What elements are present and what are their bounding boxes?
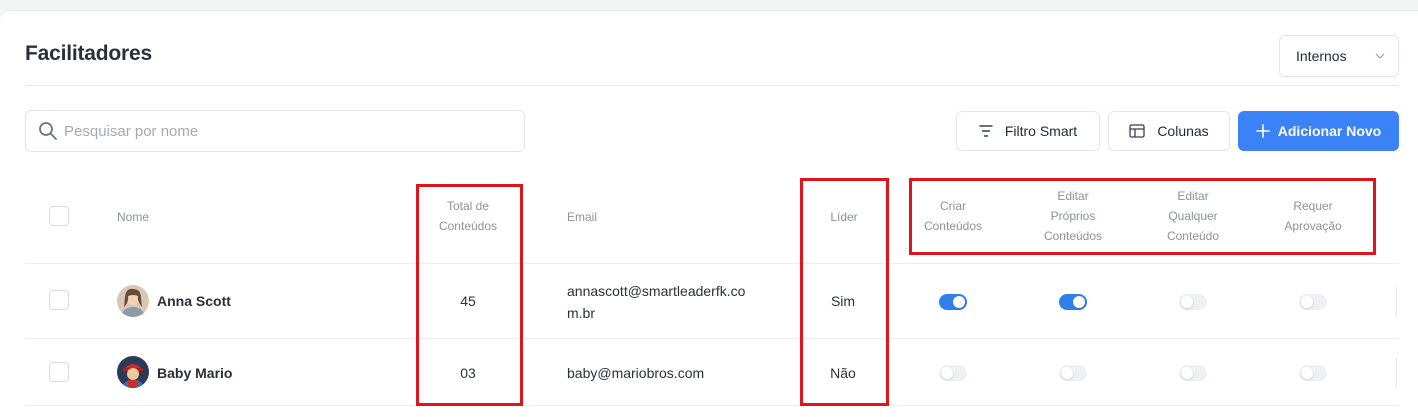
search-icon xyxy=(39,122,57,140)
highlight-permission-headers xyxy=(909,178,1376,255)
page-title: Facilitadores xyxy=(25,42,152,65)
search-input[interactable] xyxy=(64,122,504,140)
row-name[interactable]: Baby Mario xyxy=(157,365,232,381)
columns-label: Colunas xyxy=(1157,123,1209,139)
highlight-total-contents-column xyxy=(416,184,523,406)
toggle-create-contents[interactable] xyxy=(939,294,967,310)
toggle-edit-own-contents[interactable] xyxy=(1059,365,1087,381)
columns-icon xyxy=(1129,124,1145,138)
add-new-label: Adicionar Novo xyxy=(1277,123,1382,139)
chevron-down-icon xyxy=(1375,53,1385,59)
header-email[interactable]: Email xyxy=(567,207,597,227)
row-email-line1: annascott@smartleaderfk.co xyxy=(567,283,746,299)
avatar xyxy=(117,285,149,317)
plus-icon xyxy=(1255,124,1270,138)
header-divider xyxy=(25,85,1399,86)
add-new-button[interactable]: Adicionar Novo xyxy=(1238,111,1399,151)
row-email: baby@mariobros.com xyxy=(567,365,705,381)
toggle-edit-own-contents[interactable] xyxy=(1059,294,1087,310)
toggle-create-contents[interactable] xyxy=(939,365,967,381)
smart-filter-label: Filtro Smart xyxy=(1004,123,1078,139)
avatar xyxy=(117,356,149,388)
highlight-leader-column xyxy=(800,178,889,406)
header-name[interactable]: Nome xyxy=(117,207,149,227)
smart-filter-button[interactable]: Filtro Smart xyxy=(956,111,1100,151)
column-edge xyxy=(1396,358,1397,388)
header-row-divider xyxy=(25,263,1399,264)
row-email-line2: m.br xyxy=(567,305,595,321)
toggle-requires-approval[interactable] xyxy=(1299,294,1327,310)
type-select-value: Internos xyxy=(1296,48,1347,64)
toggle-edit-any-content[interactable] xyxy=(1179,365,1207,381)
column-edge xyxy=(1396,287,1397,317)
row-name[interactable]: Anna Scott xyxy=(157,293,231,309)
toggle-requires-approval[interactable] xyxy=(1299,365,1327,381)
filter-icon xyxy=(979,125,993,137)
row-email: annascott@smartleaderfk.co m.br xyxy=(567,280,745,324)
type-select[interactable]: Internos xyxy=(1279,35,1399,77)
select-all-checkbox[interactable] xyxy=(49,206,69,226)
row-divider xyxy=(25,405,1399,406)
search-box[interactable] xyxy=(25,110,525,152)
toggle-edit-any-content[interactable] xyxy=(1179,294,1207,310)
row-checkbox[interactable] xyxy=(49,290,69,310)
row-checkbox[interactable] xyxy=(49,362,69,382)
row-divider xyxy=(25,338,1399,339)
columns-button[interactable]: Colunas xyxy=(1108,111,1230,151)
